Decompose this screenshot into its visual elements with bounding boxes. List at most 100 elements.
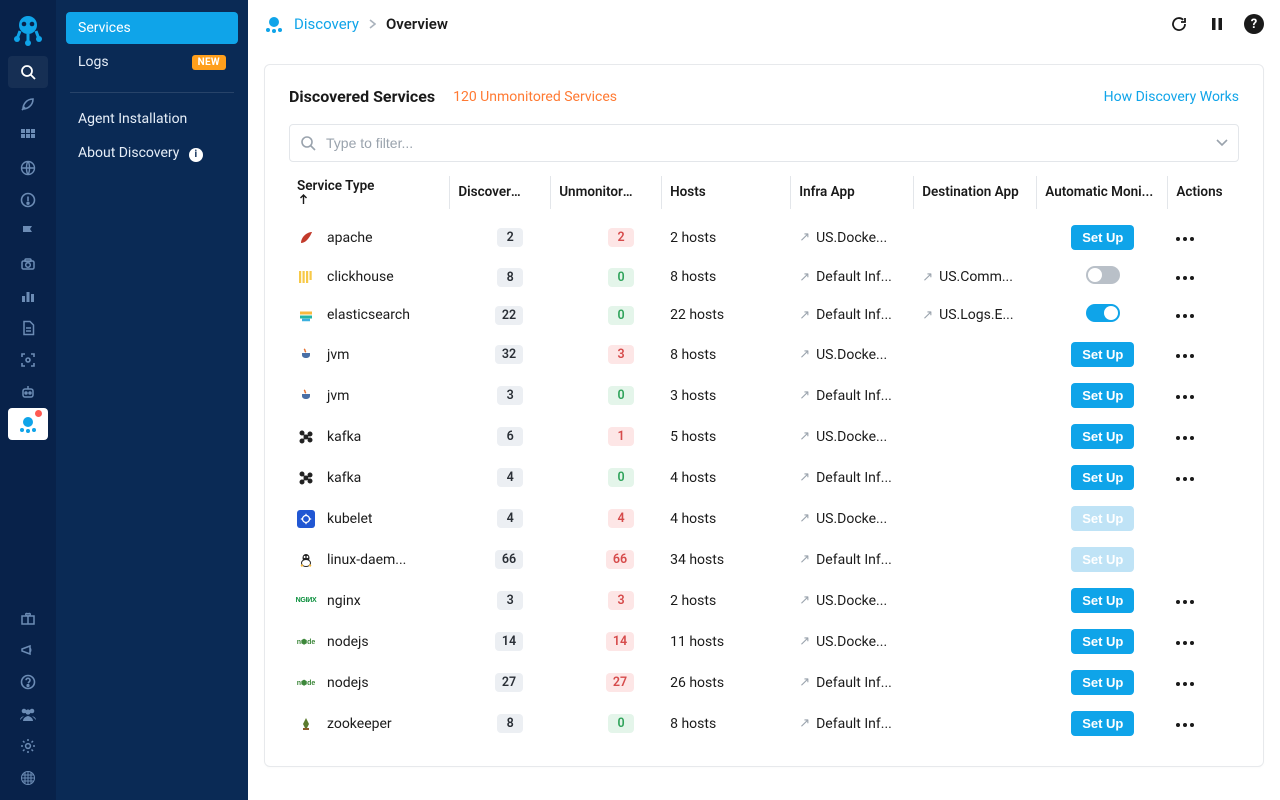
sidebar-item-services[interactable]: Services bbox=[66, 12, 238, 44]
grid-icon[interactable] bbox=[8, 120, 48, 152]
infra-app-link[interactable]: ↗Default Inf... bbox=[799, 307, 906, 323]
focus-icon[interactable] bbox=[8, 344, 48, 376]
sidebar-item-logs[interactable]: Logs NEW bbox=[66, 46, 238, 78]
service-cell[interactable]: n⬢denodejs bbox=[297, 633, 442, 651]
hosts-cell[interactable]: 8 hosts bbox=[662, 258, 791, 296]
setup-button[interactable]: Set Up bbox=[1071, 465, 1134, 490]
flag-icon[interactable] bbox=[8, 216, 48, 248]
people-icon[interactable] bbox=[8, 698, 48, 730]
hosts-cell[interactable]: 11 hosts bbox=[662, 621, 791, 662]
camera-icon[interactable] bbox=[8, 248, 48, 280]
row-actions-menu[interactable] bbox=[1176, 676, 1194, 692]
hosts-cell[interactable]: 34 hosts bbox=[662, 539, 791, 580]
row-actions-menu[interactable] bbox=[1176, 270, 1194, 286]
setup-button[interactable]: Set Up bbox=[1071, 711, 1134, 736]
col-automatic-monitoring[interactable]: Automatic Moni... bbox=[1037, 168, 1168, 217]
hosts-cell[interactable]: 8 hosts bbox=[662, 334, 791, 375]
service-cell[interactable]: elasticsearch bbox=[297, 306, 442, 324]
auto-monitoring-toggle[interactable] bbox=[1086, 304, 1120, 322]
service-cell[interactable]: kafka bbox=[297, 469, 442, 487]
hosts-cell[interactable]: 4 hosts bbox=[662, 457, 791, 498]
gift-icon[interactable] bbox=[8, 602, 48, 634]
infra-app-link[interactable]: ↗US.Docke... bbox=[799, 593, 906, 609]
chart-icon[interactable] bbox=[8, 280, 48, 312]
setup-button[interactable]: Set Up bbox=[1071, 225, 1134, 250]
sidebar-item-about-discovery[interactable]: About Discovery i bbox=[66, 137, 238, 170]
row-actions-menu[interactable] bbox=[1176, 471, 1194, 487]
col-hosts[interactable]: Hosts bbox=[662, 168, 791, 217]
infra-app-link[interactable]: ↗Default Inf... bbox=[799, 552, 906, 568]
hosts-cell[interactable]: 5 hosts bbox=[662, 416, 791, 457]
service-cell[interactable]: jvm bbox=[297, 387, 442, 405]
pause-icon[interactable] bbox=[1206, 13, 1228, 35]
row-actions-menu[interactable] bbox=[1176, 348, 1194, 364]
megaphone-icon[interactable] bbox=[8, 634, 48, 666]
globe-icon[interactable] bbox=[8, 152, 48, 184]
row-actions-menu[interactable] bbox=[1176, 717, 1194, 733]
service-cell[interactable]: kafka bbox=[297, 428, 442, 446]
col-service[interactable]: Service Type bbox=[289, 168, 450, 217]
alert-icon[interactable] bbox=[8, 184, 48, 216]
discovery-icon[interactable] bbox=[8, 408, 48, 440]
setup-button[interactable]: Set Up bbox=[1071, 670, 1134, 695]
col-infra[interactable]: Infra App bbox=[791, 168, 914, 217]
how-discovery-works-link[interactable]: How Discovery Works bbox=[1104, 89, 1239, 105]
service-cell[interactable]: kubelet bbox=[297, 510, 442, 528]
service-cell[interactable]: clickhouse bbox=[297, 268, 442, 286]
setup-button[interactable]: Set Up bbox=[1071, 383, 1134, 408]
globe2-icon[interactable] bbox=[8, 762, 48, 794]
service-cell[interactable]: zookeeper bbox=[297, 715, 442, 733]
setup-button[interactable]: Set Up bbox=[1071, 629, 1134, 654]
infra-app-link[interactable]: ↗US.Docke... bbox=[799, 347, 906, 363]
doc-icon[interactable] bbox=[8, 312, 48, 344]
hosts-cell[interactable]: 2 hosts bbox=[662, 580, 791, 621]
col-unmonitored[interactable]: Unmonitored bbox=[551, 168, 662, 217]
col-destination[interactable]: Destination App bbox=[914, 168, 1037, 217]
setup-button[interactable]: Set Up bbox=[1071, 547, 1134, 572]
setup-button[interactable]: Set Up bbox=[1071, 342, 1134, 367]
hosts-cell[interactable]: 2 hosts bbox=[662, 217, 791, 258]
sidebar-item-agent-installation[interactable]: Agent Installation bbox=[66, 103, 238, 135]
chevron-down-icon[interactable] bbox=[1216, 139, 1228, 147]
destination-app-link[interactable]: ↗US.Logs.E... bbox=[922, 307, 1029, 323]
product-logo[interactable] bbox=[8, 10, 48, 50]
infra-app-link[interactable]: ↗US.Docke... bbox=[799, 511, 906, 527]
setup-button[interactable]: Set Up bbox=[1071, 424, 1134, 449]
col-discovered[interactable]: Discovered bbox=[450, 168, 551, 217]
row-actions-menu[interactable] bbox=[1176, 389, 1194, 405]
service-cell[interactable]: jvm bbox=[297, 346, 442, 364]
service-cell[interactable]: linux-daem... bbox=[297, 551, 442, 569]
hosts-cell[interactable]: 4 hosts bbox=[662, 498, 791, 539]
row-actions-menu[interactable] bbox=[1176, 231, 1194, 247]
help-icon[interactable] bbox=[8, 666, 48, 698]
service-cell[interactable]: NGIИXnginx bbox=[297, 592, 442, 610]
rocket-icon[interactable] bbox=[8, 88, 48, 120]
help-button[interactable]: ? bbox=[1244, 14, 1264, 34]
infra-app-link[interactable]: ↗Default Inf... bbox=[799, 388, 906, 404]
filter-input[interactable] bbox=[326, 135, 1206, 151]
setup-button[interactable]: Set Up bbox=[1071, 588, 1134, 613]
robot-icon[interactable] bbox=[8, 376, 48, 408]
filter-input-wrap[interactable] bbox=[289, 124, 1239, 162]
row-actions-menu[interactable] bbox=[1176, 635, 1194, 651]
infra-app-link[interactable]: ↗Default Inf... bbox=[799, 675, 906, 691]
row-actions-menu[interactable] bbox=[1176, 594, 1194, 610]
infra-app-link[interactable]: ↗Default Inf... bbox=[799, 470, 906, 486]
hosts-cell[interactable]: 26 hosts bbox=[662, 662, 791, 703]
infra-app-link[interactable]: ↗Default Inf... bbox=[799, 716, 906, 732]
infra-app-link[interactable]: ↗US.Docke... bbox=[799, 230, 906, 246]
gear-icon[interactable] bbox=[8, 730, 48, 762]
refresh-icon[interactable] bbox=[1168, 13, 1190, 35]
search-icon[interactable] bbox=[8, 56, 48, 88]
service-cell[interactable]: n⬢denodejs bbox=[297, 674, 442, 692]
infra-app-link[interactable]: ↗US.Docke... bbox=[799, 429, 906, 445]
infra-app-link[interactable]: ↗Default Inf... bbox=[799, 269, 906, 285]
auto-monitoring-toggle[interactable] bbox=[1086, 266, 1120, 284]
setup-button[interactable]: Set Up bbox=[1071, 506, 1134, 531]
hosts-cell[interactable]: 3 hosts bbox=[662, 375, 791, 416]
row-actions-menu[interactable] bbox=[1176, 430, 1194, 446]
service-cell[interactable]: apache bbox=[297, 229, 442, 247]
row-actions-menu[interactable] bbox=[1176, 308, 1194, 324]
hosts-cell[interactable]: 22 hosts bbox=[662, 296, 791, 334]
breadcrumb-section[interactable]: Discovery bbox=[294, 15, 359, 33]
